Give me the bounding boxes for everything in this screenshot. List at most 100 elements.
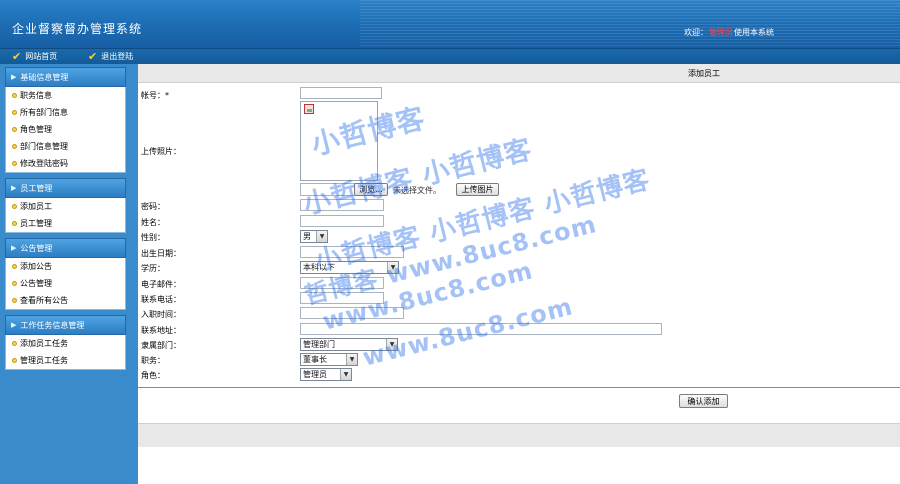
education-select[interactable]: 本科以下 ▼ — [300, 261, 399, 274]
address-input[interactable] — [300, 323, 662, 335]
sidebar-item[interactable]: 管理员工任务 — [6, 352, 125, 369]
sidebar-item-label: 管理员工任务 — [20, 356, 68, 365]
sidebar-item[interactable]: 添加员工 — [6, 198, 125, 215]
sidebar-item[interactable]: 职务信息 — [6, 87, 125, 104]
main-content: 添加员工 帐号：* 上传照片： 密码： 姓名： 性别： 出生日期： 学历： 电子… — [138, 64, 900, 484]
bullet-icon — [12, 264, 17, 269]
check-icon: ✔ — [88, 49, 98, 63]
sidebar-item-label: 所有部门信息 — [20, 108, 68, 117]
bullet-icon — [12, 281, 17, 286]
sidebar-group-body: 添加员工 员工管理 — [5, 198, 126, 233]
logout-link-label: 退出登陆 — [101, 52, 134, 61]
sidebar-group-body: 添加员工任务 管理员工任务 — [5, 335, 126, 370]
sidebar-item[interactable]: 员工管理 — [6, 215, 125, 232]
panel-title: 添加员工 — [688, 69, 720, 78]
home-link[interactable]: ✔ 网站首页 — [12, 51, 57, 62]
sidebar-item[interactable]: 添加员工任务 — [6, 335, 125, 352]
gender-select[interactable]: 男 ▼ — [300, 230, 328, 243]
label-address: 联系地址： — [141, 326, 181, 335]
chevron-down-icon: ▼ — [387, 262, 398, 273]
sidebar-group-title: 工作任务信息管理 — [20, 320, 85, 330]
sidebar-item-label: 添加员工 — [20, 202, 52, 211]
sidebar-item[interactable]: 部门信息管理 — [6, 138, 125, 155]
label-birthday: 出生日期： — [141, 249, 181, 258]
role-select[interactable]: 管理员 ▼ — [300, 368, 352, 381]
sidebar-group-body: 添加公告 公告管理 查看所有公告 — [5, 258, 126, 310]
sidebar-item[interactable]: 角色管理 — [6, 121, 125, 138]
arrow-right-icon: ▶ — [11, 73, 17, 81]
home-link-label: 网站首页 — [25, 52, 58, 61]
sidebar-item-label: 修改登陆密码 — [20, 159, 68, 168]
sidebar-item[interactable]: 公告管理 — [6, 275, 125, 292]
sidebar-group-header[interactable]: ▶ 工作任务信息管理 — [5, 315, 126, 335]
sidebar-item-label: 角色管理 — [20, 125, 52, 134]
upload-photo-button[interactable]: 上传图片 — [456, 183, 499, 196]
label-email: 电子邮件： — [141, 280, 181, 289]
submit-button[interactable]: 确认添加 — [679, 394, 728, 408]
sidebar-group-basic: ▶ 基础信息管理 职务信息 所有部门信息 角色管理 部门信息管理 修改登陆密码 — [5, 67, 126, 173]
sidebar-group-title: 公告管理 — [20, 243, 53, 253]
file-path-field[interactable] — [300, 183, 356, 196]
sidebar-item[interactable]: 添加公告 — [6, 258, 125, 275]
phone-input[interactable] — [300, 292, 384, 304]
bullet-icon — [12, 204, 17, 209]
position-select-value: 董事长 — [303, 355, 327, 364]
label-hire-date: 入职时间： — [141, 310, 181, 319]
bullet-icon — [12, 93, 17, 98]
label-password: 密码： — [141, 202, 165, 211]
sidebar-item[interactable]: 查看所有公告 — [6, 292, 125, 309]
sidebar-item[interactable]: 所有部门信息 — [6, 104, 125, 121]
arrow-right-icon: ▶ — [11, 184, 17, 192]
bullet-icon — [12, 358, 17, 363]
welcome-prefix: 欢迎 — [684, 28, 700, 37]
password-input[interactable] — [300, 199, 384, 211]
bullet-icon — [12, 221, 17, 226]
label-role: 角色： — [141, 371, 165, 380]
department-select[interactable]: 管理部门 ▼ — [300, 338, 398, 351]
sidebar-item-label: 部门信息管理 — [20, 142, 68, 151]
sidebar-group-header[interactable]: ▶ 员工管理 — [5, 178, 126, 198]
top-nav: ✔ 网站首页 ✔ 退出登陆 — [0, 48, 900, 64]
label-position: 职务： — [141, 356, 165, 365]
position-select[interactable]: 董事长 ▼ — [300, 353, 358, 366]
sidebar-group-header[interactable]: ▶ 公告管理 — [5, 238, 126, 258]
bullet-icon — [12, 110, 17, 115]
broken-image-icon — [304, 104, 314, 114]
sidebar-group-title: 员工管理 — [20, 183, 53, 193]
welcome-suffix: 使用本系统 — [734, 28, 774, 37]
label-education: 学历： — [141, 264, 165, 273]
bullet-icon — [12, 144, 17, 149]
sidebar-group-body: 职务信息 所有部门信息 角色管理 部门信息管理 修改登陆密码 — [5, 87, 126, 173]
form-divider — [138, 387, 900, 388]
education-select-value: 本科以下 — [303, 263, 335, 272]
sidebar-item[interactable]: 修改登陆密码 — [6, 155, 125, 172]
app-title: 企业督察督办管理系统 — [12, 22, 143, 36]
chevron-down-icon: ▼ — [346, 354, 357, 365]
hire-date-input[interactable] — [300, 307, 404, 319]
header: 企业督察督办管理系统 欢迎：管理员使用本系统 — [0, 0, 900, 48]
label-account: 帐号：* — [141, 91, 169, 100]
name-input[interactable] — [300, 215, 384, 227]
bullet-icon — [12, 127, 17, 132]
browse-button[interactable]: 浏览... — [354, 183, 388, 196]
sidebar-item-label: 添加员工任务 — [20, 339, 68, 348]
account-input[interactable] — [300, 87, 382, 99]
logout-link[interactable]: ✔ 退出登陆 — [88, 51, 133, 62]
role-select-value: 管理员 — [303, 370, 327, 379]
label-department: 隶属部门： — [141, 341, 181, 350]
welcome-username: 管理员 — [709, 28, 733, 37]
sidebar-group-notice: ▶ 公告管理 添加公告 公告管理 查看所有公告 — [5, 238, 126, 310]
sidebar-group-header[interactable]: ▶ 基础信息管理 — [5, 67, 126, 87]
header-stripes — [360, 0, 900, 48]
bullet-icon — [12, 341, 17, 346]
email-input[interactable] — [300, 277, 384, 289]
sidebar-group-title: 基础信息管理 — [20, 72, 69, 82]
gender-select-value: 男 — [303, 232, 311, 241]
sidebar-item-label: 添加公告 — [20, 262, 52, 271]
birthday-input[interactable] — [300, 246, 404, 258]
label-name: 姓名： — [141, 218, 165, 227]
arrow-right-icon: ▶ — [11, 321, 17, 329]
chevron-down-icon: ▼ — [316, 231, 327, 242]
photo-preview — [300, 101, 378, 181]
sidebar-item-label: 职务信息 — [20, 91, 52, 100]
